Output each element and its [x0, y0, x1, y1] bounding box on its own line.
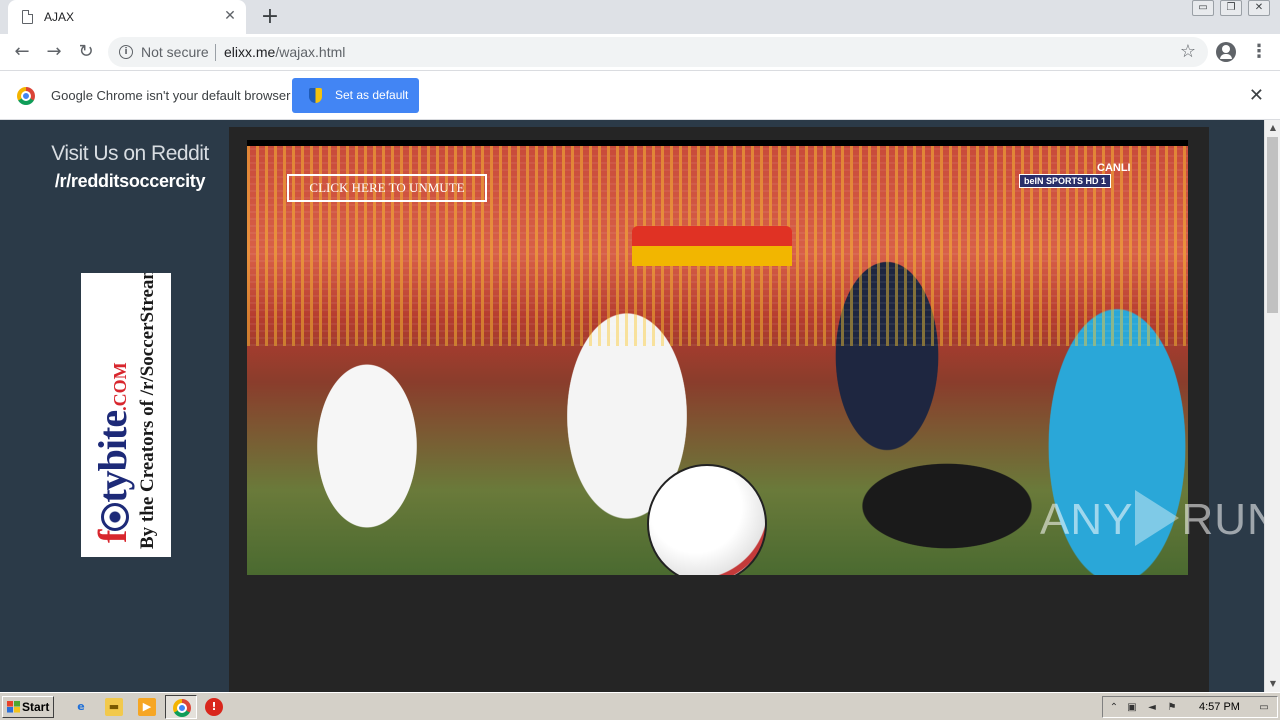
reddit-title[interactable]: Visit Us on Reddit — [30, 142, 230, 166]
infobar-close-button[interactable]: ✕ — [1249, 85, 1264, 106]
footybite-banner[interactable]: ftybite.COM By the Creators of /r/Soccer… — [81, 273, 171, 557]
page-scrollbar[interactable]: ▲ ▼ — [1264, 120, 1280, 692]
ie-icon[interactable]: e — [72, 698, 90, 716]
live-label: CANLI — [1097, 162, 1131, 174]
url-host: elixx.me — [224, 44, 276, 60]
infobar-message: Google Chrome isn't your default browser — [51, 88, 291, 103]
tab-title: AJAX — [44, 10, 75, 24]
window-controls: ▭ ❐ ✕ — [1192, 0, 1270, 18]
default-browser-infobar: Google Chrome isn't your default browser… — [0, 71, 1280, 120]
banner-brand: ftybite.COM — [90, 362, 135, 543]
tray-expand-icon[interactable]: ⌃ — [1107, 701, 1121, 714]
url-text[interactable]: elixx.me/wajax.html — [224, 44, 345, 60]
tab-close-button[interactable]: ✕ — [222, 8, 238, 24]
chrome-taskbar-button[interactable] — [165, 695, 197, 719]
back-button[interactable]: ← — [10, 40, 34, 64]
shield-icon — [309, 88, 322, 103]
taskbar: Start e ▬ ▶ ! ⌃ ▣ ◄ ⚑ 4:57 PM ▭ — [0, 692, 1280, 720]
set-as-default-button[interactable]: Set as default — [292, 78, 419, 113]
new-tab-button[interactable]: + — [258, 5, 282, 29]
menu-icon[interactable]: ⋮ — [1250, 40, 1268, 64]
antivirus-icon[interactable]: ! — [205, 698, 223, 716]
football-icon — [101, 502, 129, 531]
tunnel-banner — [632, 226, 792, 266]
reload-button[interactable]: ↻ — [74, 40, 98, 64]
anyrun-watermark: ANY RUN — [1040, 490, 1280, 546]
clock[interactable]: 4:57 PM — [1199, 701, 1240, 713]
separator — [215, 44, 216, 61]
play-icon — [1135, 490, 1180, 546]
banner-tagline: By the Creators of /r/SoccerStreams — [137, 273, 158, 549]
windows-logo-icon — [7, 701, 20, 713]
url-path: /wajax.html — [275, 44, 346, 60]
chrome-icon — [173, 699, 191, 717]
start-label: Start — [22, 700, 50, 714]
browser-tab[interactable]: AJAX ✕ — [8, 0, 246, 34]
security-label: Not secure — [141, 44, 209, 60]
start-button[interactable]: Start — [2, 696, 54, 718]
chrome-logo-icon — [17, 87, 35, 105]
unmute-button[interactable]: CLICK HERE TO UNMUTE — [287, 174, 487, 202]
set-as-default-label: Set as default — [335, 88, 409, 102]
volume-icon[interactable]: ◄ — [1145, 701, 1159, 714]
tab-strip: AJAX ✕ + ▭ ❐ ✕ — [0, 0, 1280, 34]
scroll-up-icon[interactable]: ▲ — [1265, 120, 1280, 136]
show-desktop-icon[interactable]: ▭ — [1257, 701, 1271, 714]
scroll-down-icon[interactable]: ▼ — [1265, 676, 1280, 692]
system-tray: ⌃ ▣ ◄ ⚑ 4:57 PM ▭ — [1102, 696, 1278, 718]
network-icon[interactable]: ▣ — [1125, 701, 1139, 714]
info-icon[interactable]: i — [119, 45, 133, 59]
ball-image — [647, 464, 767, 575]
scroll-thumb[interactable] — [1267, 137, 1278, 313]
browser-toolbar: ← → ↻ i Not secure elixx.me/wajax.html ☆… — [0, 34, 1280, 71]
media-player-icon[interactable]: ▶ — [138, 698, 156, 716]
forward-button[interactable]: → — [42, 40, 66, 64]
address-bar[interactable]: i Not secure elixx.me/wajax.html ☆ — [108, 37, 1208, 67]
minimize-button[interactable]: ▭ — [1192, 0, 1214, 16]
account-icon[interactable] — [1216, 42, 1236, 62]
reddit-subreddit-link[interactable]: /r/redditsoccercity — [30, 171, 230, 192]
restore-button[interactable]: ❐ — [1220, 0, 1242, 16]
window-close-button[interactable]: ✕ — [1248, 0, 1270, 16]
banner-rotated-content: ftybite.COM By the Creators of /r/Soccer… — [81, 273, 171, 557]
flag-icon[interactable]: ⚑ — [1165, 701, 1179, 714]
channel-logo: beIN SPORTS HD 1 — [1019, 174, 1112, 188]
folder-icon[interactable]: ▬ — [105, 698, 123, 716]
star-icon[interactable]: ☆ — [1180, 41, 1196, 62]
document-icon — [22, 10, 33, 24]
